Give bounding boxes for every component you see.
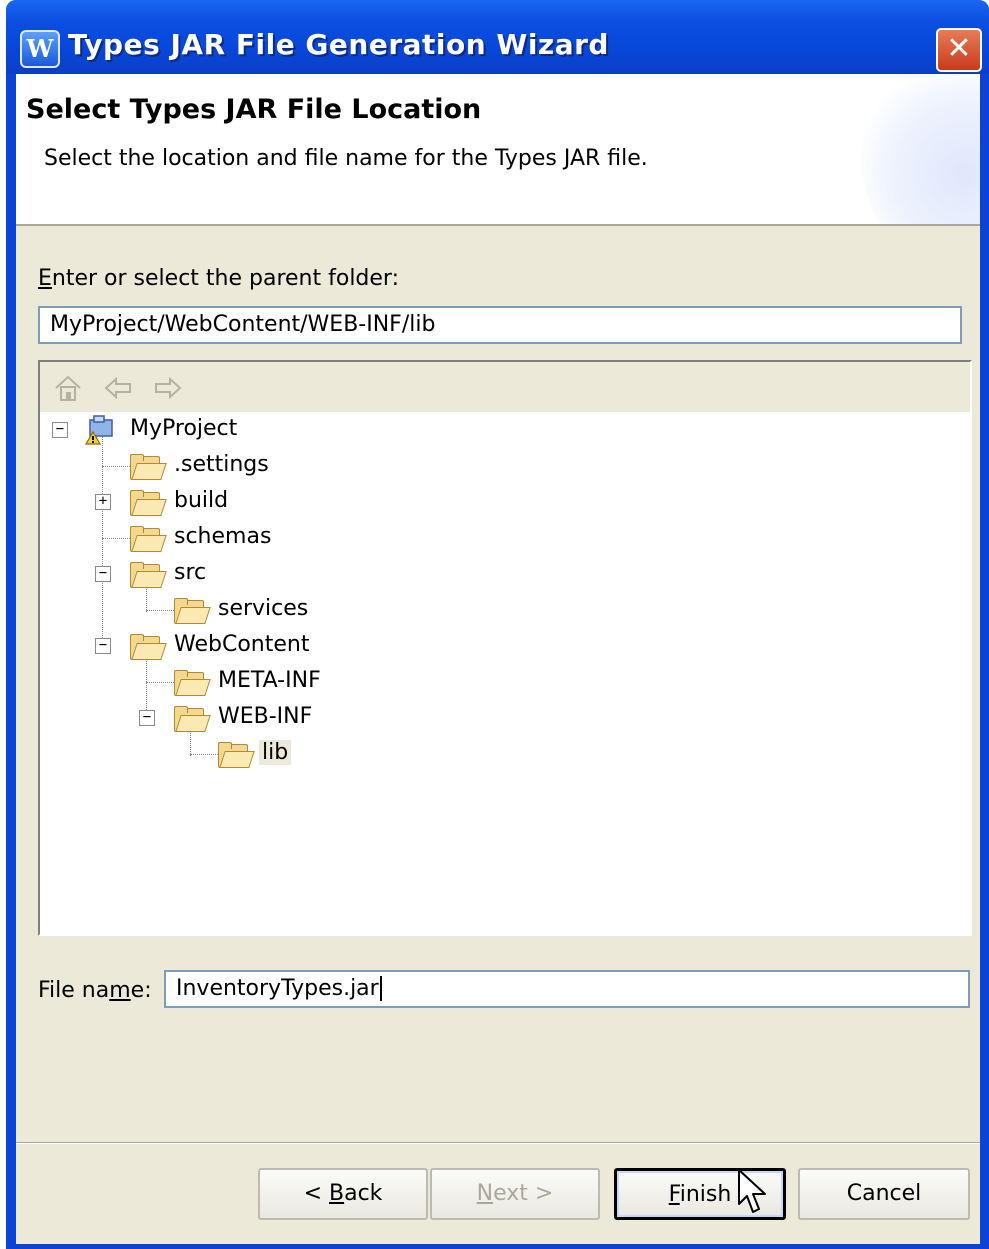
folder-icon [130, 634, 167, 660]
tree-node-label: services [218, 596, 309, 621]
folder-icon [218, 742, 255, 768]
tree-toolbar [40, 362, 970, 412]
window-title: Types JAR File Generation Wizard [68, 28, 609, 61]
tree-node-label-selected: lib [259, 740, 292, 765]
tree-node-label: WebContent [174, 632, 310, 657]
finish-button-rest: inish [679, 1182, 732, 1207]
tree-node-settings[interactable]: .settings [40, 450, 970, 482]
close-button[interactable]: ✕ [936, 28, 982, 72]
tree-node-label: schemas [174, 524, 272, 549]
file-name-input[interactable]: InventoryTypes.jar [164, 970, 970, 1008]
back-arrow-icon[interactable] [102, 372, 134, 404]
parent-folder-input[interactable]: MyProject/WebContent/WEB-INF/lib [38, 306, 962, 344]
collapse-toggle[interactable]: − [52, 422, 68, 438]
tree-node-schemas[interactable]: schemas [40, 522, 970, 554]
folder-tree[interactable]: − MyProject .settings + build schemas − … [40, 412, 970, 932]
tree-node-label: WEB-INF [218, 704, 313, 729]
folder-icon [174, 598, 211, 624]
cancel-button[interactable]: Cancel [798, 1168, 970, 1220]
mnemonic-m: m [109, 978, 131, 1003]
tree-node-web-inf[interactable]: − WEB-INF [40, 702, 970, 734]
tree-node-meta-inf[interactable]: META-INF [40, 666, 970, 698]
file-name-label: File name: [38, 978, 152, 1003]
collapse-toggle[interactable]: − [95, 566, 111, 582]
mouse-pointer-icon [738, 1169, 766, 1213]
tree-node-services[interactable]: services [40, 594, 970, 626]
tree-node-webcontent[interactable]: − WebContent [40, 630, 970, 662]
tree-node-label: MyProject [130, 416, 238, 441]
tree-node-label: .settings [174, 452, 269, 477]
collapse-toggle[interactable]: − [95, 638, 111, 654]
file-name-value: InventoryTypes.jar [176, 976, 379, 1001]
tree-node-label: src [174, 560, 207, 585]
file-name-label-post: e: [130, 978, 152, 1003]
file-name-label-pre: File na [38, 978, 110, 1003]
page-title: Select Types JAR File Location [26, 94, 482, 125]
tree-node-label: META-INF [218, 668, 321, 693]
folder-icon [130, 562, 167, 588]
folder-tree-panel: − MyProject .settings + build schemas − … [38, 360, 972, 936]
parent-folder-label: Enter or select the parent folder: [38, 266, 399, 291]
tree-node-build[interactable]: + build [40, 486, 970, 518]
parent-folder-label-text: nter or select the parent folder: [51, 266, 399, 291]
mnemonic-e: E [38, 266, 52, 291]
button-bar-divider [16, 1142, 980, 1144]
back-button-rest: ack [344, 1181, 383, 1206]
home-icon[interactable] [52, 372, 84, 404]
page-description: Select the location and file name for th… [44, 146, 648, 171]
tree-node-label: build [174, 488, 229, 513]
folder-icon [130, 526, 167, 552]
expand-toggle[interactable]: + [95, 494, 111, 510]
tree-node-lib[interactable]: lib [40, 738, 970, 770]
folder-icon [130, 454, 167, 480]
title-bar[interactable]: W Types JAR File Generation Wizard ✕ [6, 0, 989, 74]
mnemonic-b: B [329, 1181, 345, 1206]
dialog-content: Select Types JAR File Location Select th… [16, 74, 980, 1244]
folder-icon [130, 490, 167, 516]
mnemonic-f: F [668, 1182, 680, 1207]
text-caret [379, 976, 382, 1001]
back-button[interactable]: < Back [258, 1168, 428, 1220]
tree-node-myproject[interactable]: − MyProject [40, 414, 970, 446]
project-icon [82, 414, 118, 446]
header-banner-graphic [860, 74, 980, 224]
tree-node-src[interactable]: − src [40, 558, 970, 590]
mnemonic-n: N [476, 1181, 494, 1206]
forward-arrow-icon[interactable] [152, 372, 184, 404]
collapse-toggle[interactable]: − [139, 710, 155, 726]
folder-icon [174, 670, 211, 696]
wizard-window: W Types JAR File Generation Wizard ✕ Sel… [6, 0, 989, 1249]
next-button[interactable]: Next > [430, 1168, 600, 1220]
next-button-rest: ext > [493, 1181, 554, 1206]
wizard-header: Select Types JAR File Location Select th… [16, 74, 980, 226]
folder-icon [174, 706, 211, 732]
back-button-prefix: < [303, 1181, 329, 1206]
wizard-app-icon: W [20, 30, 60, 68]
